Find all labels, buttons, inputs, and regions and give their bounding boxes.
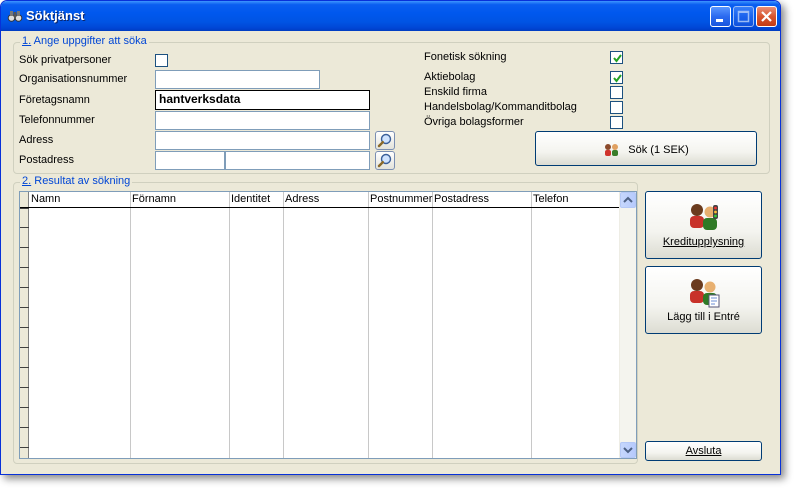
column-header-namn[interactable]: Namn: [31, 193, 60, 205]
column-header-telefon[interactable]: Telefon: [533, 193, 568, 205]
label-fonetisk-sokning: Fonetisk sökning: [424, 51, 507, 63]
column-header-postadress[interactable]: Postadress: [434, 193, 489, 205]
label-foretagsnamn: Företagsnamn: [19, 94, 90, 106]
checkbox-fonetisk[interactable]: [610, 51, 623, 64]
result-legend-number: 2.: [22, 175, 32, 187]
label-aktiebolag: Aktiebolag: [424, 71, 476, 83]
people-search-icon: [605, 144, 619, 156]
label-telefonnummer: Telefonnummer: [19, 114, 95, 126]
people-credit-icon: [689, 204, 718, 230]
telefonnummer-field[interactable]: [155, 111, 370, 130]
postnummer-field[interactable]: [155, 151, 225, 170]
grid-header: Namn Förnamn Identitet Adress Postnummer…: [20, 192, 636, 208]
chevron-up-icon: [623, 196, 633, 203]
checkbox-privatpersoner[interactable]: [155, 54, 168, 67]
window-client: 1. Ange uppgifter att söka Sök privatper…: [4, 31, 777, 471]
avsluta-label: Avsluta: [685, 445, 722, 457]
checkbox-handelsbolag[interactable]: [610, 101, 623, 114]
label-ovriga-bolagsformer: Övriga bolagsformer: [424, 116, 524, 128]
column-header-identitet[interactable]: Identitet: [231, 193, 270, 205]
kreditupplysning-label: Kreditupplysning: [662, 236, 745, 248]
maximize-icon: [737, 10, 750, 23]
column-header-postnummer[interactable]: Postnummer: [370, 193, 432, 205]
minimize-icon: [716, 19, 723, 22]
magnifier-icon: [377, 133, 392, 148]
kreditupplysning-button[interactable]: Kreditupplysning: [645, 191, 762, 259]
title-bar: Söktjänst: [1, 1, 780, 31]
postadress-lookup-button[interactable]: [375, 151, 395, 170]
search-button[interactable]: Sök (1 SEK): [535, 131, 757, 166]
scroll-down-button[interactable]: [620, 442, 636, 458]
magnifier-icon: [377, 153, 392, 168]
foretagsnamn-field[interactable]: hantverksdata: [155, 90, 370, 110]
checkmark-icon: [613, 54, 622, 63]
label-organisationsnummer: Organisationsnummer: [19, 73, 128, 85]
close-button[interactable]: [756, 6, 777, 27]
label-sok-privatpersoner: Sök privatpersoner: [19, 54, 112, 66]
search-button-label: Sök (1 SEK): [628, 143, 689, 156]
postort-field[interactable]: [225, 151, 370, 170]
label-adress: Adress: [19, 134, 54, 146]
adress-field[interactable]: [155, 131, 370, 150]
checkbox-enskild-firma[interactable]: [610, 86, 623, 99]
scroll-up-button[interactable]: [620, 192, 636, 208]
minimize-button[interactable]: [710, 6, 731, 27]
search-legend: 1. Ange uppgifter att söka: [20, 35, 149, 47]
label-postadress: Postadress: [19, 154, 75, 166]
lagg-till-entre-button[interactable]: Lägg till i Entré: [645, 266, 762, 334]
organisationsnummer-field[interactable]: [155, 70, 320, 89]
binoculars-icon: [7, 11, 23, 22]
avsluta-button[interactable]: Avsluta: [645, 441, 762, 461]
window-title: Söktjänst: [26, 8, 85, 23]
people-add-icon: [689, 279, 719, 308]
result-legend-text: Resultat av sökning: [34, 175, 131, 187]
adress-lookup-button[interactable]: [375, 131, 395, 150]
close-icon: [761, 11, 772, 22]
result-legend: 2. Resultat av sökning: [20, 175, 133, 187]
row-indicator-column: [20, 192, 29, 458]
label-handelsbolag: Handelsbolag/Kommanditbolag: [424, 101, 577, 113]
search-legend-text: Ange uppgifter att söka: [33, 35, 147, 47]
maximize-button[interactable]: [733, 6, 754, 27]
lagg-till-entre-label: Lägg till i Entré: [667, 311, 740, 323]
search-legend-number: 1.: [22, 35, 32, 47]
grid-scrollbar[interactable]: [619, 192, 636, 458]
column-header-fornamn[interactable]: Förnamn: [132, 193, 176, 205]
checkbox-aktiebolag[interactable]: [610, 71, 623, 84]
checkmark-icon: [613, 74, 622, 83]
result-grid[interactable]: Namn Förnamn Identitet Adress Postnummer…: [19, 191, 637, 459]
label-enskild-firma: Enskild firma: [424, 86, 487, 98]
checkbox-ovriga[interactable]: [610, 116, 623, 129]
chevron-down-icon: [623, 447, 633, 454]
main-window: Söktjänst 1. Ange uppgifter att söka Sök…: [0, 0, 781, 475]
column-header-adress[interactable]: Adress: [285, 193, 319, 205]
